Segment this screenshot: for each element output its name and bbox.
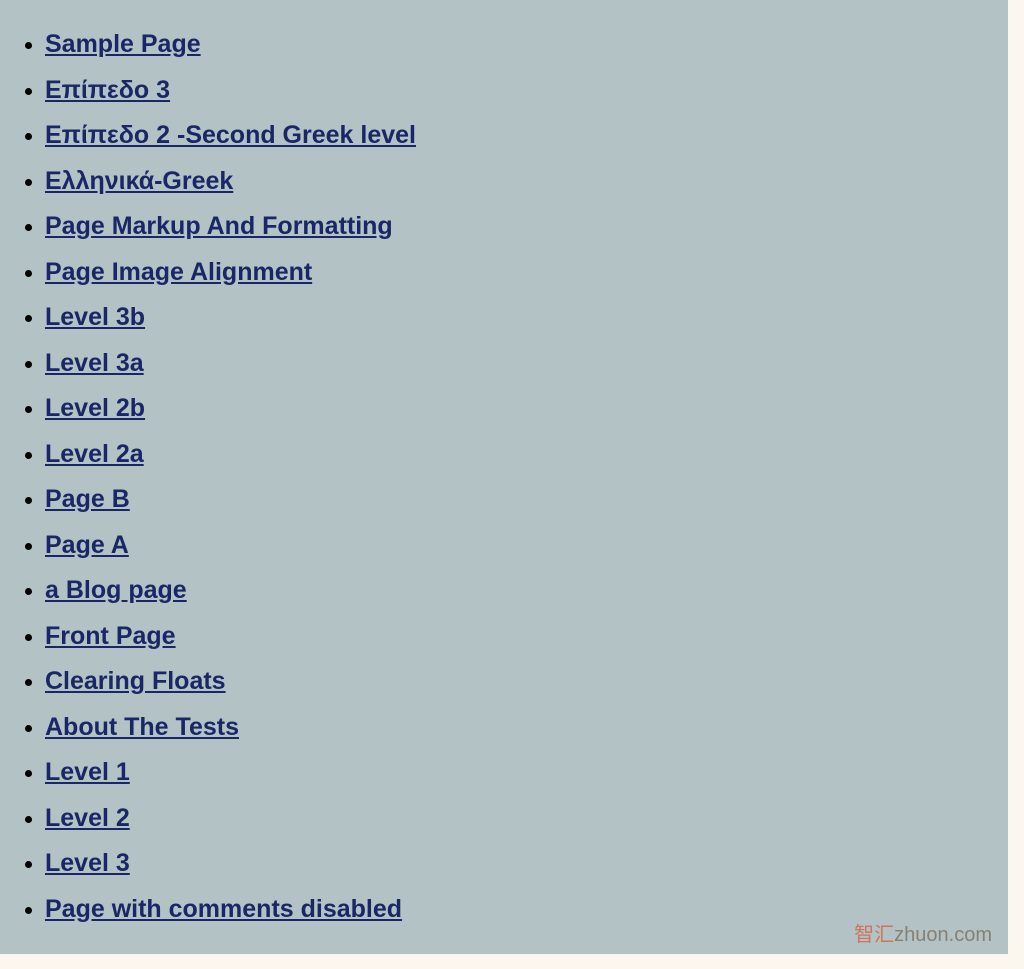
page-link[interactable]: Level 3b bbox=[45, 303, 145, 331]
list-item: Page with comments disabled bbox=[45, 887, 1008, 933]
page-list: Sample Page Επίπεδο 3 Επίπεδο 2 -Second … bbox=[0, 22, 1008, 932]
page-link[interactable]: Επίπεδο 3 bbox=[45, 76, 170, 104]
list-item: Front Page bbox=[45, 614, 1008, 660]
list-item: Level 3b bbox=[45, 295, 1008, 341]
page-list-panel: Sample Page Επίπεδο 3 Επίπεδο 2 -Second … bbox=[0, 0, 1008, 954]
list-item: Page A bbox=[45, 523, 1008, 569]
page-link[interactable]: Level 2 bbox=[45, 804, 130, 832]
list-item: Επίπεδο 3 bbox=[45, 68, 1008, 114]
list-item: Level 2a bbox=[45, 432, 1008, 478]
page-link[interactable]: Level 3 bbox=[45, 849, 130, 877]
list-item: About The Tests bbox=[45, 705, 1008, 751]
page-link[interactable]: Ελληνικά-Greek bbox=[45, 167, 233, 195]
list-item: Level 1 bbox=[45, 750, 1008, 796]
page-link[interactable]: Page with comments disabled bbox=[45, 895, 402, 923]
list-item: Page B bbox=[45, 477, 1008, 523]
list-item: a Blog page bbox=[45, 568, 1008, 614]
list-item: Level 2 bbox=[45, 796, 1008, 842]
page-link[interactable]: Page B bbox=[45, 485, 130, 513]
page-link[interactable]: Sample Page bbox=[45, 30, 201, 58]
list-item: Sample Page bbox=[45, 22, 1008, 68]
page-link[interactable]: Level 2b bbox=[45, 394, 145, 422]
page-link[interactable]: Level 2a bbox=[45, 440, 144, 468]
list-item: Page Image Alignment bbox=[45, 250, 1008, 296]
page-link[interactable]: Page A bbox=[45, 531, 129, 559]
page-link[interactable]: Clearing Floats bbox=[45, 667, 226, 695]
page-link[interactable]: Page Image Alignment bbox=[45, 258, 312, 286]
page-link[interactable]: Front Page bbox=[45, 622, 176, 650]
page-link[interactable]: About The Tests bbox=[45, 713, 239, 741]
list-item: Page Markup And Formatting bbox=[45, 204, 1008, 250]
list-item: Level 3 bbox=[45, 841, 1008, 887]
list-item: Level 3a bbox=[45, 341, 1008, 387]
page-link[interactable]: Level 1 bbox=[45, 758, 130, 786]
page-link[interactable]: a Blog page bbox=[45, 576, 187, 604]
list-item: Ελληνικά-Greek bbox=[45, 159, 1008, 205]
list-item: Level 2b bbox=[45, 386, 1008, 432]
list-item: Επίπεδο 2 -Second Greek level bbox=[45, 113, 1008, 159]
page-link[interactable]: Page Markup And Formatting bbox=[45, 212, 393, 240]
page-link[interactable]: Level 3a bbox=[45, 349, 144, 377]
page-link[interactable]: Επίπεδο 2 -Second Greek level bbox=[45, 121, 416, 149]
list-item: Clearing Floats bbox=[45, 659, 1008, 705]
